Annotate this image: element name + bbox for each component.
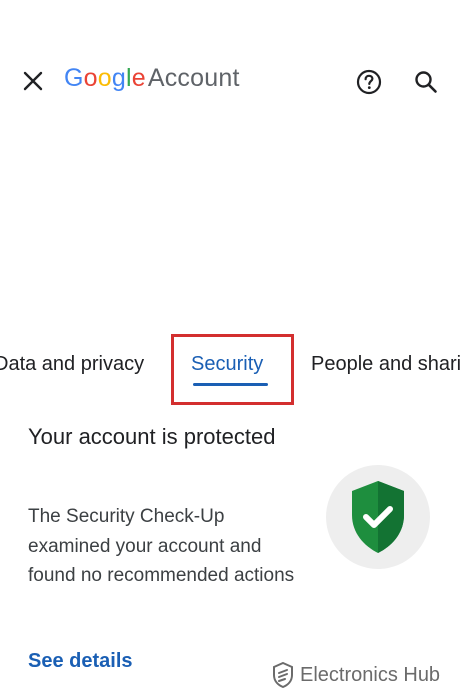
logo-account-text: Account <box>147 64 240 92</box>
shield-badge <box>326 465 430 569</box>
security-status-title: Your account is protected <box>28 424 276 449</box>
help-button[interactable] <box>355 68 383 96</box>
tab-people-and-sharing[interactable]: People and sharing <box>311 353 462 376</box>
google-account-logo: GoogleAccount <box>64 64 240 93</box>
logo-google-text: Google <box>64 64 146 92</box>
logo-letter-3: g <box>111 64 126 92</box>
security-status-description: The Security Check-Up examined your acco… <box>28 506 295 586</box>
shield-check-icon <box>352 481 404 553</box>
watermark-brand-text: Electronics Hub <box>300 663 441 686</box>
logo-letter-1: o <box>83 64 98 92</box>
app-header: GoogleAccount <box>0 0 462 160</box>
help-icon <box>356 69 382 95</box>
logo-letter-2: o <box>97 64 112 92</box>
logo-letter-5: e <box>131 64 146 92</box>
electronics-hub-watermark: Electronics Hub <box>272 660 440 690</box>
logo-letter-0: G <box>64 64 84 92</box>
highlight-annotation <box>171 334 294 405</box>
tab-data-and-privacy[interactable]: Data and privacy <box>0 353 144 376</box>
search-icon <box>415 71 437 93</box>
search-button[interactable] <box>412 68 440 96</box>
close-icon <box>23 71 43 91</box>
close-button[interactable] <box>20 68 46 94</box>
see-details-link[interactable]: See details <box>28 650 133 673</box>
electronics-hub-logo-icon <box>273 662 293 688</box>
